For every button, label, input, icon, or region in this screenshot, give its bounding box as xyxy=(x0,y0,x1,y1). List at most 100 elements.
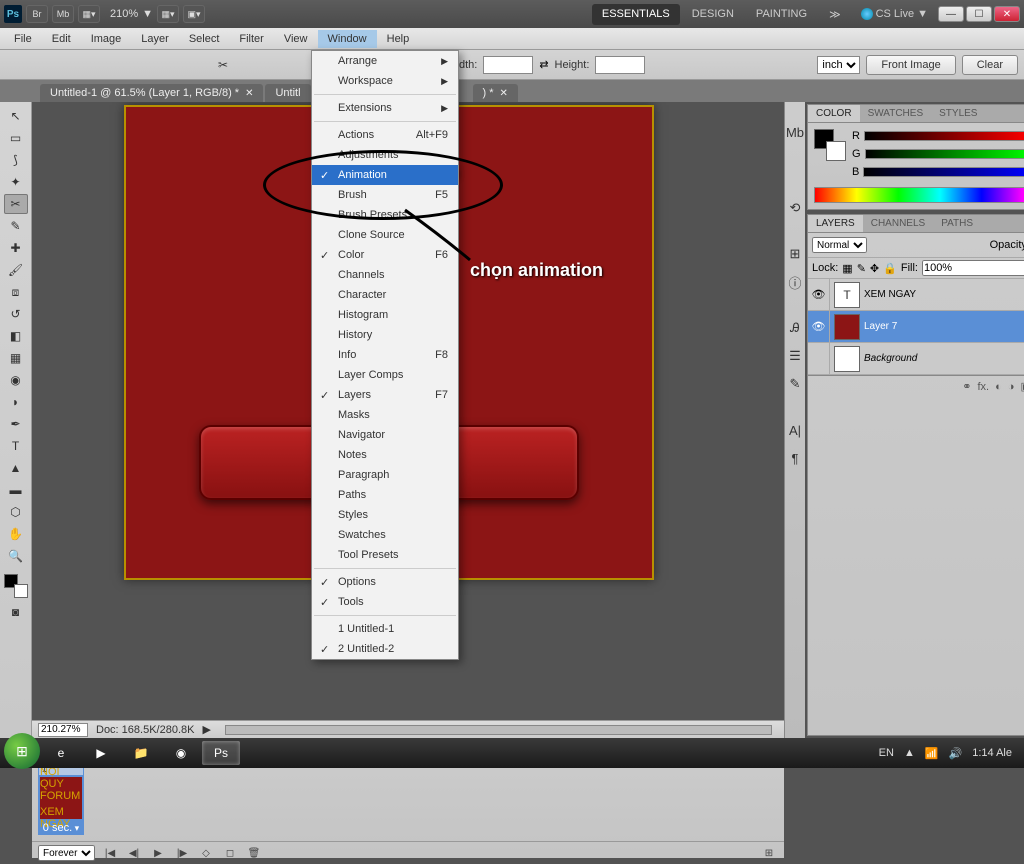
menu-options[interactable]: ✓Options xyxy=(312,572,458,592)
brush-tool[interactable]: 🖌 xyxy=(4,260,28,280)
zoom-level[interactable]: 210% ▼ xyxy=(110,8,153,20)
menu-swatches[interactable]: Swatches xyxy=(312,525,458,545)
color-tab[interactable]: COLOR xyxy=(808,105,860,122)
lasso-tool[interactable]: ⟆ xyxy=(4,150,28,170)
char2-icon[interactable]: A| xyxy=(785,420,805,440)
layer-name[interactable]: Layer 7 xyxy=(864,321,897,332)
menu-color[interactable]: ✓ColorF6 xyxy=(312,245,458,265)
type-tool[interactable]: T xyxy=(4,436,28,456)
task-explorer[interactable]: 📁 xyxy=(122,741,160,765)
paths-tab[interactable]: PATHS xyxy=(933,215,981,232)
delete-frame-button[interactable]: 🗑 xyxy=(245,846,263,860)
tray-volume-icon[interactable]: 🔊 xyxy=(949,747,963,760)
brush-icon[interactable]: ☰ xyxy=(785,346,805,366)
visibility-toggle[interactable]: 👁 xyxy=(808,311,830,342)
menu-tool-presets[interactable]: Tool Presets xyxy=(312,545,458,565)
front-image-button[interactable]: Front Image xyxy=(866,55,955,75)
workspace-essentials[interactable]: ESSENTIALS xyxy=(592,4,680,25)
menu-character[interactable]: Character xyxy=(312,285,458,305)
status-zoom-input[interactable] xyxy=(38,723,88,737)
layers-tab[interactable]: LAYERS xyxy=(808,215,863,232)
menu-styles[interactable]: Styles xyxy=(312,505,458,525)
scrollbar-horizontal[interactable] xyxy=(225,725,772,735)
zoom-tool[interactable]: 🔍 xyxy=(4,546,28,566)
doc-tab-2b[interactable]: ) *✕ xyxy=(473,84,518,102)
task-chrome[interactable]: ◉ xyxy=(162,741,200,765)
red-slider[interactable] xyxy=(864,131,1024,141)
3d-tool[interactable]: ⬡ xyxy=(4,502,28,522)
tween-button[interactable]: ◇ xyxy=(197,846,215,860)
animation-frame[interactable]: 1 NỘI QUY FORUMXEM NGAY 0 sec. ▾ xyxy=(38,762,84,835)
channels-tab[interactable]: CHANNELS xyxy=(863,215,933,232)
close-icon[interactable]: ✕ xyxy=(500,88,508,99)
pen-tool[interactable]: ✒ xyxy=(4,414,28,434)
stamp-tool[interactable]: ⧈ xyxy=(4,282,28,302)
lock-all-icon[interactable]: 🔒 xyxy=(883,262,897,275)
first-frame-button[interactable]: |◀ xyxy=(101,846,119,860)
unit-select[interactable]: inch xyxy=(817,56,860,74)
timeline-mode-button[interactable]: ⊞ xyxy=(760,846,778,860)
cs-live-button[interactable]: CS Live ▼ xyxy=(861,8,928,20)
layer-fx-icon[interactable]: fx. xyxy=(978,381,990,393)
lock-paint-icon[interactable]: ✎ xyxy=(857,262,866,275)
menu-window[interactable]: Window xyxy=(318,30,377,48)
task-photoshop[interactable]: Ps xyxy=(202,741,240,765)
doc-tab-2[interactable]: Untitl xyxy=(265,84,310,102)
height-input[interactable] xyxy=(595,56,645,74)
wand-tool[interactable]: ✦ xyxy=(4,172,28,192)
view-extras-button[interactable]: ▦▾ xyxy=(78,5,100,23)
menu-image[interactable]: Image xyxy=(81,30,132,48)
eyedropper-tool[interactable]: ✎ xyxy=(4,216,28,236)
menu-workspace[interactable]: Workspace▶ xyxy=(312,71,458,91)
visibility-toggle[interactable]: 👁 xyxy=(808,279,830,310)
menu-layer-comps[interactable]: Layer Comps xyxy=(312,365,458,385)
duplicate-frame-button[interactable]: ◻ xyxy=(221,846,239,860)
color-spectrum[interactable] xyxy=(814,187,1024,203)
styles-tab[interactable]: STYLES xyxy=(931,105,985,122)
bridge-button[interactable]: Br xyxy=(26,5,48,23)
arrange-docs-button[interactable]: ▦▾ xyxy=(157,5,179,23)
menu-doc[interactable]: ✓2 Untitled-2 xyxy=(312,639,458,659)
menu-brush[interactable]: BrushF5 xyxy=(312,185,458,205)
workspace-more[interactable]: ≫ xyxy=(819,4,851,25)
path-select-tool[interactable]: ▲ xyxy=(4,458,28,478)
group-icon[interactable]: ▣ xyxy=(1020,380,1024,393)
gradient-tool[interactable]: ▦ xyxy=(4,348,28,368)
menu-clone-source[interactable]: Clone Source xyxy=(312,225,458,245)
char-icon[interactable]: Ꭿ xyxy=(785,318,805,338)
marquee-tool[interactable]: ▭ xyxy=(4,128,28,148)
menu-layers[interactable]: ✓LayersF7 xyxy=(312,385,458,405)
dodge-tool[interactable]: ◗ xyxy=(4,392,28,412)
start-button[interactable]: ⊞ xyxy=(4,733,40,769)
swap-wh-icon[interactable]: ⇄ xyxy=(539,58,548,71)
fill-input[interactable] xyxy=(922,260,1024,276)
tray-network-icon[interactable]: 📶 xyxy=(925,747,939,760)
quickmask-tool[interactable]: ◙ xyxy=(4,602,28,622)
link-layers-icon[interactable]: ⚭ xyxy=(962,380,971,393)
workspace-design[interactable]: DESIGN xyxy=(682,4,744,25)
swatches-tab[interactable]: SWATCHES xyxy=(860,105,932,122)
adj-layer-icon[interactable]: ◑ xyxy=(1008,381,1015,393)
para-icon[interactable]: ¶ xyxy=(785,448,805,468)
nav-icon[interactable]: ⊞ xyxy=(785,244,805,264)
history-brush-tool[interactable]: ↺ xyxy=(4,304,28,324)
menu-actions[interactable]: ActionsAlt+F9 xyxy=(312,125,458,145)
menu-filter[interactable]: Filter xyxy=(229,30,273,48)
menu-masks[interactable]: Masks xyxy=(312,405,458,425)
next-frame-button[interactable]: |▶ xyxy=(173,846,191,860)
menu-extensions[interactable]: Extensions▶ xyxy=(312,98,458,118)
eraser-tool[interactable]: ◧ xyxy=(4,326,28,346)
fg-bg-colors[interactable] xyxy=(4,574,28,598)
lock-transparent-icon[interactable]: ▦ xyxy=(842,262,852,275)
task-ie[interactable]: e xyxy=(42,741,80,765)
layer-name[interactable]: Background xyxy=(864,353,917,364)
menu-tools[interactable]: ✓Tools xyxy=(312,592,458,612)
menu-animation[interactable]: ✓Animation xyxy=(312,165,458,185)
menu-paragraph[interactable]: Paragraph xyxy=(312,465,458,485)
menu-edit[interactable]: Edit xyxy=(42,30,81,48)
window-close[interactable]: ✕ xyxy=(994,6,1020,22)
tray-flag-icon[interactable]: ▲ xyxy=(904,747,915,759)
prev-frame-button[interactable]: ◀| xyxy=(125,846,143,860)
menu-layer[interactable]: Layer xyxy=(131,30,179,48)
close-icon[interactable]: ✕ xyxy=(245,88,253,99)
